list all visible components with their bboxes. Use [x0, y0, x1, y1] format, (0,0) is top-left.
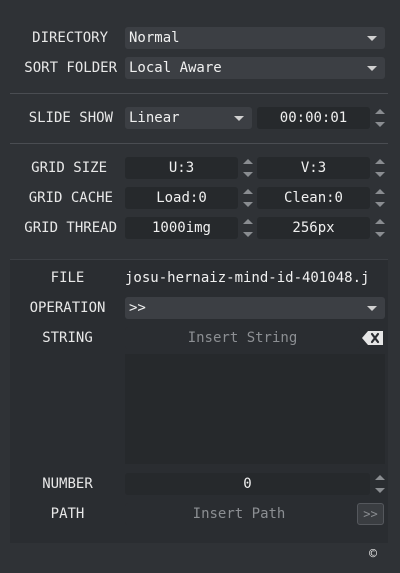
arrow-up-icon[interactable]: [243, 219, 253, 224]
grid-thread-images-stepper[interactable]: [243, 217, 253, 239]
arrow-up-icon[interactable]: [375, 159, 385, 164]
operation-dropdown[interactable]: >>: [125, 297, 385, 319]
grid-cache-clean-stepper[interactable]: [375, 187, 385, 209]
string-input[interactable]: Insert String: [125, 327, 360, 349]
grid-size-v-input[interactable]: V:3: [257, 157, 370, 179]
grid-thread-size-stepper[interactable]: [375, 217, 385, 239]
slide-show-interval-input[interactable]: 00:00:01: [257, 107, 370, 129]
grid-thread-size-input[interactable]: 256px: [257, 217, 370, 239]
arrow-down-icon[interactable]: [375, 172, 385, 177]
directory-dropdown[interactable]: Normal: [125, 27, 385, 49]
grid-cache-load-stepper[interactable]: [243, 187, 253, 209]
divider: [10, 143, 388, 144]
arrow-down-icon[interactable]: [243, 202, 253, 207]
grid-size-u-input[interactable]: U:3: [125, 157, 238, 179]
grid-thread-label: GRID THREAD: [24, 220, 117, 236]
arrow-down-icon[interactable]: [375, 488, 385, 493]
slide-show-mode-value: Linear: [129, 110, 180, 126]
operation-label: OPERATION: [29, 300, 106, 316]
arrow-down-icon[interactable]: [243, 232, 253, 237]
chevron-down-icon: [367, 306, 377, 311]
arrow-up-icon[interactable]: [375, 219, 385, 224]
browse-path-button[interactable]: >>: [357, 503, 384, 525]
sort-folder-value: Local Aware: [129, 60, 222, 76]
grid-size-label: GRID SIZE: [31, 160, 107, 176]
backspace-icon[interactable]: [362, 331, 384, 345]
number-input[interactable]: 0: [125, 473, 370, 495]
path-input[interactable]: Insert Path: [125, 503, 353, 525]
arrow-down-icon[interactable]: [375, 202, 385, 207]
arrow-down-icon[interactable]: [375, 122, 385, 127]
number-label: NUMBER: [42, 476, 93, 492]
slide-show-mode-dropdown[interactable]: Linear: [125, 107, 252, 129]
string-text-area[interactable]: [125, 354, 385, 464]
chevron-down-icon: [234, 116, 244, 121]
file-label: FILE: [50, 270, 85, 286]
string-label: STRING: [42, 330, 93, 346]
grid-cache-label: GRID CACHE: [28, 190, 113, 206]
path-label: PATH: [50, 506, 85, 522]
operation-value: >>: [129, 300, 146, 316]
directory-value: Normal: [129, 30, 180, 46]
sort-folder-label: SORT FOLDER: [24, 60, 117, 76]
grid-size-v-stepper[interactable]: [375, 157, 385, 179]
sort-folder-dropdown[interactable]: Local Aware: [125, 57, 385, 79]
arrow-down-icon[interactable]: [243, 172, 253, 177]
directory-label: DIRECTORY: [32, 30, 108, 46]
arrow-up-icon[interactable]: [375, 109, 385, 114]
chevron-down-icon: [367, 36, 377, 41]
grid-size-u-stepper[interactable]: [243, 157, 253, 179]
number-stepper[interactable]: [375, 473, 385, 495]
arrow-up-icon[interactable]: [243, 159, 253, 164]
copyright-icon[interactable]: ©: [364, 546, 382, 564]
arrow-up-icon[interactable]: [243, 189, 253, 194]
grid-thread-images-input[interactable]: 1000img: [125, 217, 238, 239]
grid-cache-clean-input[interactable]: Clean:0: [257, 187, 370, 209]
arrow-down-icon[interactable]: [375, 232, 385, 237]
chevron-down-icon: [367, 66, 377, 71]
divider: [10, 93, 388, 94]
arrow-up-icon[interactable]: [375, 475, 385, 480]
slide-show-label: SLIDE SHOW: [28, 110, 113, 126]
slide-show-interval-stepper[interactable]: [375, 107, 385, 129]
grid-cache-load-input[interactable]: Load:0: [125, 187, 238, 209]
arrow-up-icon[interactable]: [375, 189, 385, 194]
file-name: josu-hernaiz-mind-id-401048.j: [125, 270, 370, 286]
